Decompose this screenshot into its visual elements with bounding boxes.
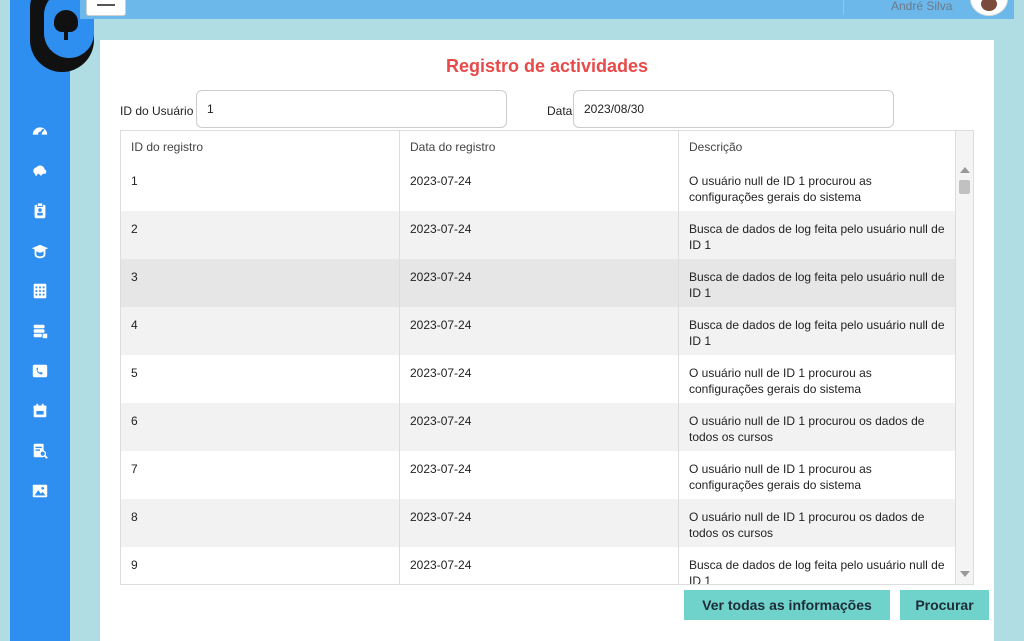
cell-date: 2023-07-24: [400, 211, 679, 259]
cell-id: 5: [121, 355, 400, 403]
table-row[interactable]: 7 2023-07-24 O usuário null de ID 1 proc…: [121, 451, 957, 499]
cell-id: 1: [121, 163, 400, 211]
report-search-icon[interactable]: [30, 441, 50, 461]
table-row[interactable]: 1 2023-07-24 O usuário null de ID 1 proc…: [121, 163, 957, 211]
column-header-id[interactable]: ID do registro: [121, 131, 400, 163]
cell-id: 9: [121, 547, 400, 584]
cell-description: Busca de dados de log feita pelo usuário…: [689, 318, 945, 348]
scrollbar-thumb[interactable]: [959, 180, 970, 194]
cell-date: 2023-07-24: [400, 259, 679, 307]
view-all-button[interactable]: Ver todas as informações: [684, 590, 890, 620]
top-bar: [80, 0, 1014, 19]
clipboard-user-icon[interactable]: [30, 201, 50, 221]
cell-description: O usuário null de ID 1 procurou as confi…: [689, 366, 872, 396]
scroll-down-icon[interactable]: [960, 571, 970, 577]
cell-description: O usuário null de ID 1 procurou as confi…: [689, 462, 872, 492]
date-input[interactable]: [573, 90, 894, 128]
image-gallery-icon[interactable]: [30, 481, 50, 501]
table-header: ID do registro Data do registro Descriçã…: [121, 131, 957, 164]
cell-date: 2023-07-24: [400, 307, 679, 355]
cell-date: 2023-07-24: [400, 403, 679, 451]
user-id-label: ID do Usuário: [120, 104, 194, 118]
log-table: ID do registro Data do registro Descriçã…: [120, 130, 974, 585]
table-row[interactable]: 5 2023-07-24 O usuário null de ID 1 proc…: [121, 355, 957, 403]
scroll-up-icon[interactable]: [960, 167, 970, 173]
user-name: André Silva: [891, 0, 953, 13]
cell-date: 2023-07-24: [400, 355, 679, 403]
dashboard-icon[interactable]: [30, 121, 50, 141]
sidebar: [10, 0, 94, 641]
column-header-date[interactable]: Data do registro: [400, 131, 679, 163]
calculator-icon[interactable]: [30, 281, 50, 301]
user-id-input[interactable]: [196, 90, 507, 128]
cell-description: O usuário null de ID 1 procurou os dados…: [689, 510, 925, 540]
hamburger-icon: [97, 4, 115, 6]
cell-date: 2023-07-24: [400, 451, 679, 499]
table-scrollbar[interactable]: [955, 131, 973, 584]
cloud-chart-icon[interactable]: [30, 161, 50, 181]
table-row[interactable]: 9 2023-07-24 Busca de dados de log feita…: [121, 547, 957, 585]
cell-description: O usuário null de ID 1 procurou os dados…: [689, 414, 925, 444]
main-card: Registro de actividades ID do Usuário Da…: [100, 40, 994, 641]
table-row[interactable]: 6 2023-07-24 O usuário null de ID 1 proc…: [121, 403, 957, 451]
cell-description: Busca de dados de log feita pelo usuário…: [689, 222, 945, 252]
cell-id: 2: [121, 211, 400, 259]
cell-id: 8: [121, 499, 400, 547]
cell-id: 6: [121, 403, 400, 451]
phone-icon[interactable]: [30, 361, 50, 381]
calendar-icon[interactable]: [30, 401, 50, 421]
column-header-description[interactable]: Descrição: [679, 131, 957, 163]
cell-description: Busca de dados de log feita pelo usuário…: [689, 558, 945, 585]
top-divider: [843, 0, 844, 14]
graduation-cap-icon[interactable]: [30, 241, 50, 261]
search-button[interactable]: Procurar: [900, 590, 989, 620]
cell-id: 4: [121, 307, 400, 355]
table-row[interactable]: 2 2023-07-24 Busca de dados de log feita…: [121, 211, 957, 259]
menu-toggle-button[interactable]: [86, 0, 126, 16]
cell-description: O usuário null de ID 1 procurou as confi…: [689, 174, 872, 204]
date-label: Data: [547, 104, 573, 118]
cell-id: 7: [121, 451, 400, 499]
cell-description: Busca de dados de log feita pelo usuário…: [689, 270, 945, 300]
page-title: Registro de actividades: [445, 56, 649, 76]
cell-id: 3: [121, 259, 400, 307]
cell-date: 2023-07-24: [400, 499, 679, 547]
database-lock-icon[interactable]: [30, 321, 50, 341]
table-row[interactable]: 4 2023-07-24 Busca de dados de log feita…: [121, 307, 957, 355]
table-row[interactable]: 8 2023-07-24 O usuário null de ID 1 proc…: [121, 499, 957, 547]
table-body: 1 2023-07-24 O usuário null de ID 1 proc…: [121, 163, 957, 585]
cell-date: 2023-07-24: [400, 547, 679, 584]
cell-date: 2023-07-24: [400, 163, 679, 211]
table-row[interactable]: 3 2023-07-24 Busca de dados de log feita…: [121, 259, 957, 307]
